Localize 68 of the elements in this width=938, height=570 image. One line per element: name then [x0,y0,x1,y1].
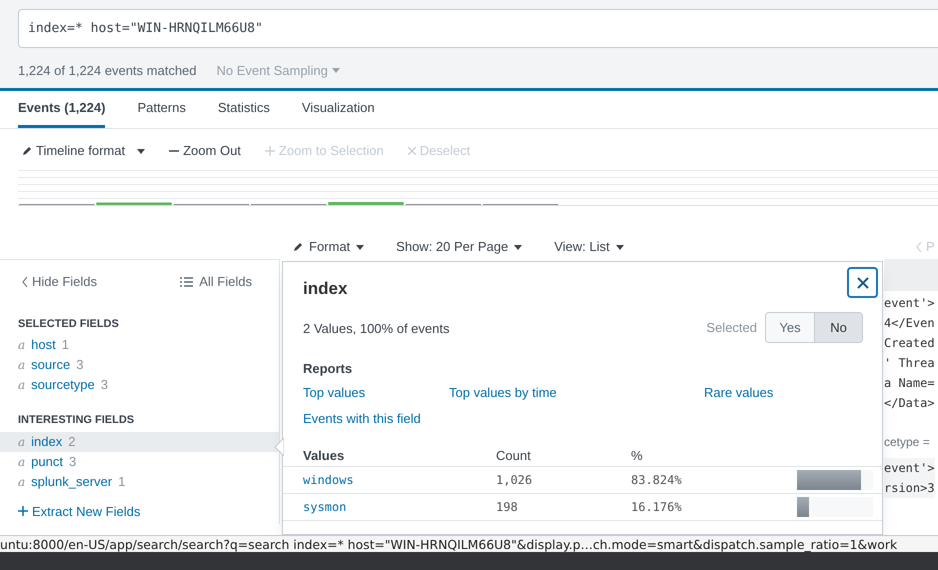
field-item[interactable]: a source 3 [0,355,279,375]
values-summary: 2 Values, 100% of events [303,320,450,338]
field-item[interactable]: a index 2 [0,432,279,452]
table-cell-text: 16.176% [631,499,683,516]
value-link[interactable]: windows [283,471,496,489]
selected-label: Selected [706,318,757,337]
event-text: 4</Even [884,315,935,332]
status-url: untu:8000/en-US/app/search/search?q=search index=* host="WIN-HRNQILM66U8"&display.p…ch.mode=smart&dispatch.sample_ratio=1&work [0,536,898,552]
field-item[interactable]: a punct 3 [0,452,279,472]
list-icon [180,276,194,287]
event-text: event'> [884,295,935,312]
value-link[interactable]: sysmon [283,498,496,516]
table-cell-text: 198 [496,499,519,516]
search-field[interactable]: index=* host="WIN-HRNQILM66U8" [18,9,938,48]
tab[interactable]: Patterns [137,91,186,128]
hide-fields-button[interactable]: Hide Fields [22,272,98,292]
plus-icon [18,506,28,516]
event-text: event'> [884,458,935,478]
toggle-option[interactable]: Yes [766,313,814,342]
close-icon [408,147,416,155]
match-summary: 1,224 of 1,224 events matched [18,62,197,80]
report-link[interactable]: Rare values [704,383,774,402]
reports-heading: Reports [303,360,352,378]
tab[interactable]: Visualization [302,91,375,128]
close-icon [856,276,868,288]
event-meta: cetype = [884,434,930,451]
dropdown-button[interactable]: Show: 20 Per Page [396,237,522,257]
event-text: rsion>3 [884,478,935,498]
column-header: Values [302,446,346,465]
field-item[interactable]: a sourcetype 3 [0,375,279,395]
timeline-button[interactable]: Zoom Out [169,141,241,161]
plus-icon [264,146,275,156]
pencil-icon [293,242,303,252]
caret-icon [356,244,364,250]
caret-icon [616,244,624,250]
column-header: % [631,446,644,465]
minus-icon [169,150,180,152]
all-fields-button[interactable]: All Fields [180,272,252,292]
report-link[interactable]: Top values by time [449,383,557,402]
caret-icon [332,68,340,74]
toggle-option[interactable]: No [814,313,862,342]
timeline-format-button[interactable]: Timeline format [22,141,146,161]
column-header: Count [496,446,532,465]
table-cell-text: 1,026 [496,472,534,489]
extract-fields-link[interactable]: Extract New Fields [18,502,140,521]
caret-icon [514,244,522,250]
field-item[interactable]: a splunk_server 1 [0,472,279,492]
section-heading: INTERESTING FIELDS [17,413,136,428]
report-link[interactable]: Events with this field [303,409,421,428]
close-button[interactable] [847,267,878,298]
tab[interactable]: Statistics [218,91,270,128]
dropdown-button[interactable]: View: List [554,237,624,257]
format-button[interactable]: Format [293,237,364,257]
chevron-left-icon [22,276,28,287]
tab[interactable]: Events (1,224) [18,91,106,128]
popup-title: index [303,278,348,300]
table-cell-text: 83.824% [631,472,683,489]
field-item[interactable]: a host 1 [0,335,279,355]
event-text: Created [884,335,935,352]
caret-icon [137,148,146,154]
section-heading: SELECTED FIELDS [17,316,120,332]
pencil-icon [22,146,32,156]
table-header-background [884,259,938,291]
event-text: </Data> [884,395,935,412]
chevron-left-icon [916,242,922,252]
event-text: a Name= [884,375,935,392]
report-link[interactable]: Top values [303,383,366,402]
event-text: ' Threa [884,355,935,372]
